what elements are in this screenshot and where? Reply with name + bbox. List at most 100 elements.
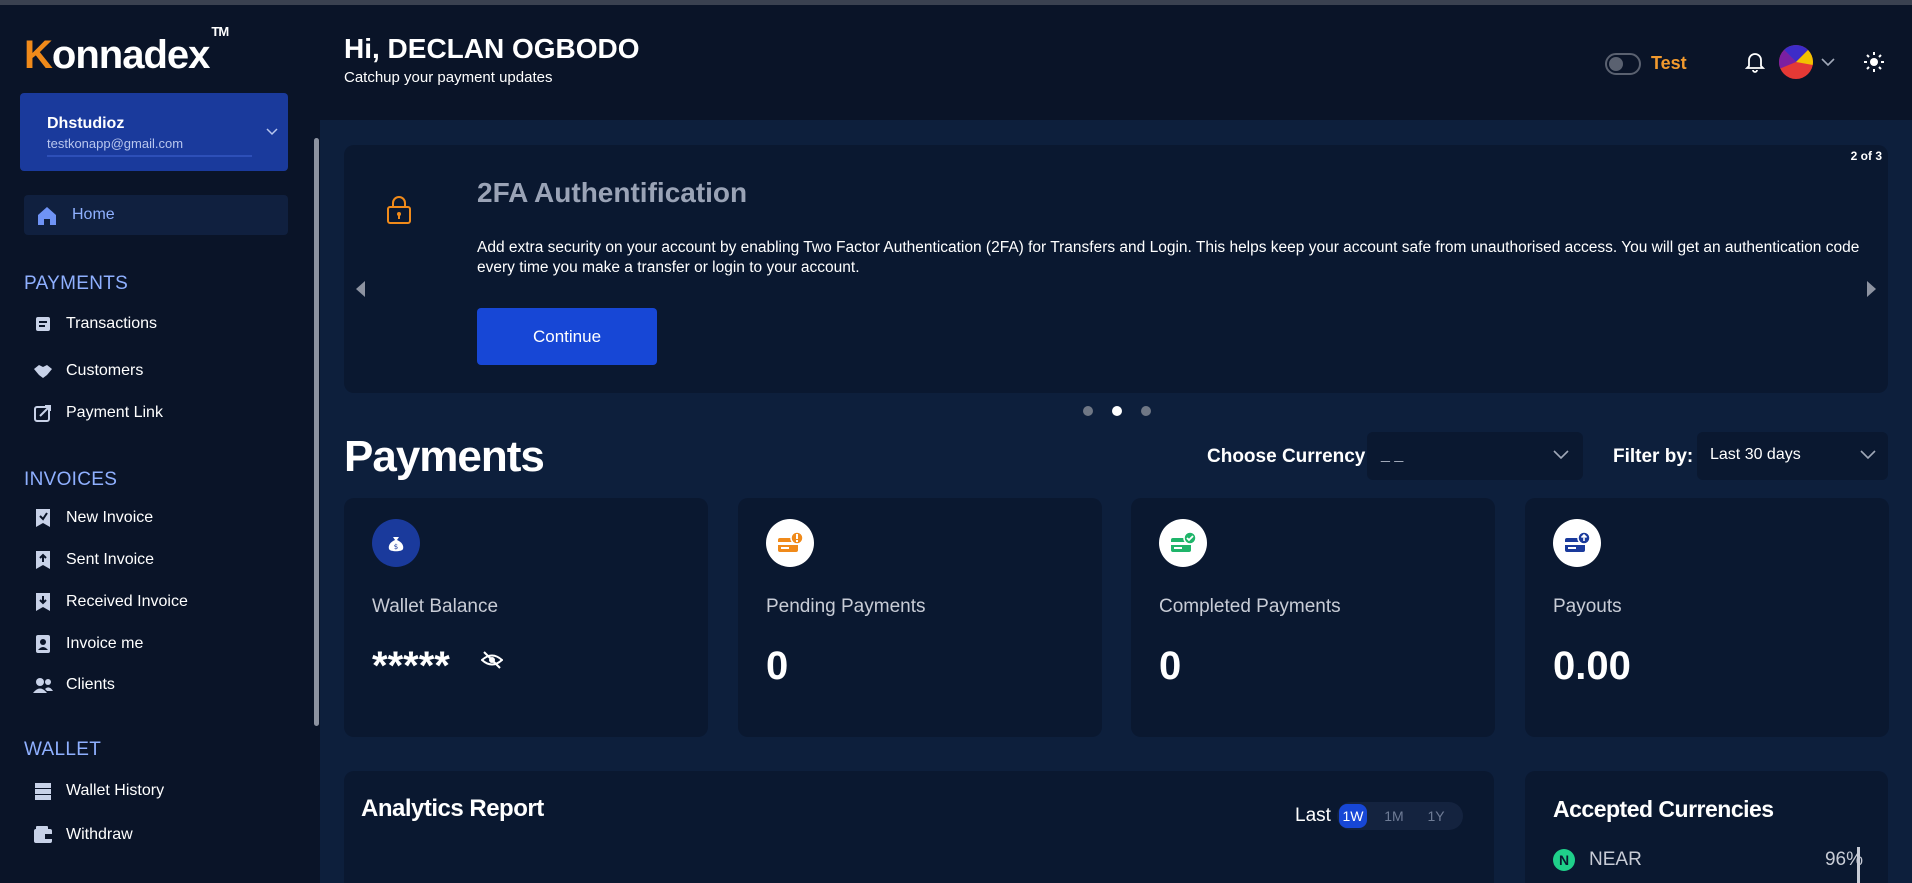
sidebar-item-label: Home <box>72 206 115 223</box>
sidebar-item-label: Payment Link <box>66 404 163 421</box>
range-option-1m[interactable]: 1M <box>1373 808 1415 824</box>
toggle-knob <box>1609 57 1623 71</box>
lock-icon <box>387 196 411 224</box>
new-invoice-icon <box>32 507 54 529</box>
card-value: 0 <box>766 644 789 688</box>
wallet-balance-card: $ Wallet Balance ***** <box>344 498 708 737</box>
greeting: Hi, DECLAN OGBODO <box>344 33 640 64</box>
test-mode-label: Test <box>1651 53 1687 73</box>
filter-select[interactable]: Last 30 days <box>1697 432 1888 480</box>
greeting-subtitle: Catchup your payment updates <box>344 69 553 86</box>
chevron-right-icon[interactable] <box>1866 280 1878 298</box>
sidebar-item-invoice-me[interactable]: Invoice me <box>32 631 143 657</box>
card-label: Pending Payments <box>766 596 926 617</box>
sidebar-item-payment-link[interactable]: Payment Link <box>32 400 163 426</box>
currency-select-value: _ _ <box>1381 446 1404 463</box>
sidebar-item-new-invoice[interactable]: New Invoice <box>32 505 153 531</box>
list-item: N NEAR 96% <box>1553 849 1863 871</box>
account-underline <box>47 155 252 157</box>
logo-k: K <box>24 33 53 77</box>
avatar[interactable] <box>1779 45 1813 79</box>
filter-select-value: Last 30 days <box>1710 446 1801 463</box>
chevron-down-icon <box>266 128 278 136</box>
account-switcher[interactable]: Dhstudioz testkonapp@gmail.com <box>20 93 288 171</box>
card-value: 0.00 <box>1553 644 1631 688</box>
sent-invoice-icon <box>32 549 54 571</box>
currency-label: Choose Currency: <box>1207 446 1372 467</box>
sidebar-item-label: Transactions <box>66 315 157 332</box>
completed-card-icon <box>1159 519 1207 567</box>
payouts-card: Payouts 0.00 <box>1525 498 1889 737</box>
sidebar-item-label: Received Invoice <box>66 593 188 610</box>
sidebar-item-transactions[interactable]: Transactions <box>32 311 157 337</box>
sidebar-item-label: Customers <box>66 362 144 379</box>
card-label: Payouts <box>1553 596 1622 617</box>
account-email: testkonapp@gmail.com <box>47 136 184 151</box>
wallet-icon <box>32 824 54 846</box>
currency-select[interactable]: _ _ <box>1367 432 1583 480</box>
analytics-title: Analytics Report <box>361 795 544 822</box>
sidebar-item-withdraw[interactable]: Withdraw <box>32 822 133 848</box>
sidebar: KonnadexTM Dhstudioz testkonapp@gmail.co… <box>0 5 319 883</box>
filter-label: Filter by: <box>1613 446 1694 467</box>
chevron-down-icon <box>1860 450 1876 460</box>
currencies-scrollbar[interactable] <box>1857 847 1860 883</box>
svg-text:$: $ <box>394 543 398 551</box>
payments-title: Payments <box>344 432 545 481</box>
test-mode-toggle[interactable] <box>1605 53 1641 75</box>
pending-payments-card: Pending Payments 0 <box>738 498 1102 737</box>
sidebar-item-label: New Invoice <box>66 509 154 526</box>
bell-icon[interactable] <box>1745 51 1765 73</box>
continue-button[interactable]: Continue <box>477 308 657 365</box>
sun-icon[interactable] <box>1864 52 1884 72</box>
sidebar-item-wallet-history[interactable]: Wallet History <box>32 778 164 804</box>
home-icon <box>38 207 56 225</box>
users-icon <box>32 674 54 696</box>
range-selector: 1W 1M 1Y <box>1337 802 1463 830</box>
security-banner-carousel: 2 of 3 2FA Authentification Add extra se… <box>344 145 1888 393</box>
analytics-report-panel: Analytics Report Last 1W 1M 1Y <box>344 771 1494 883</box>
sidebar-item-label: Invoice me <box>66 635 144 652</box>
sidebar-item-label: Withdraw <box>66 826 133 843</box>
carousel-dots <box>1083 406 1151 416</box>
sidebar-scrollbar[interactable] <box>314 138 319 726</box>
sidebar-item-label: Clients <box>66 676 115 693</box>
carousel-dot-active[interactable] <box>1112 406 1122 416</box>
section-wallet: WALLET <box>24 739 102 760</box>
section-payments: PAYMENTS <box>24 273 129 294</box>
range-label: Last <box>1295 805 1331 826</box>
range-option-1y[interactable]: 1Y <box>1415 808 1457 824</box>
share-link-icon <box>32 402 54 424</box>
slide-counter: 2 of 3 <box>1850 149 1882 163</box>
currencies-title: Accepted Currencies <box>1553 796 1774 822</box>
logo-text: onnadex <box>51 33 210 77</box>
section-invoices: INVOICES <box>24 469 118 490</box>
sidebar-item-received-invoice[interactable]: Received Invoice <box>32 589 188 615</box>
chevron-left-icon[interactable] <box>354 280 366 298</box>
carousel-dot[interactable] <box>1141 406 1151 416</box>
invoice-me-icon <box>32 633 54 655</box>
carousel-dot[interactable] <box>1083 406 1093 416</box>
wallet-history-icon <box>32 780 54 802</box>
card-value: ***** <box>372 644 450 688</box>
near-icon: N <box>1553 849 1575 871</box>
banner-text: Add extra security on your account by en… <box>477 239 1860 276</box>
logo-trademark: TM <box>211 23 229 39</box>
chevron-down-icon[interactable] <box>1821 57 1835 67</box>
received-invoice-icon <box>32 591 54 613</box>
accepted-currencies-panel: Accepted Currencies N NEAR 96% <box>1525 771 1888 883</box>
eye-slash-icon[interactable] <box>481 651 503 669</box>
banner-title: 2FA Authentification <box>477 177 748 208</box>
sidebar-item-label: Wallet History <box>66 782 165 799</box>
completed-payments-card: Completed Payments 0 <box>1131 498 1495 737</box>
sidebar-item-customers[interactable]: Customers <box>32 358 143 384</box>
sidebar-item-clients[interactable]: Clients <box>32 672 115 698</box>
sidebar-item-sent-invoice[interactable]: Sent Invoice <box>32 547 154 573</box>
konnadex-logo[interactable]: KonnadexTM <box>24 24 229 78</box>
range-option-1w[interactable]: 1W <box>1339 804 1367 828</box>
card-value: 0 <box>1159 644 1182 688</box>
currency-name: NEAR <box>1589 849 1642 870</box>
account-name: Dhstudioz <box>47 115 125 132</box>
sidebar-item-label: Sent Invoice <box>66 551 155 568</box>
sidebar-item-home[interactable]: Home <box>24 195 288 235</box>
